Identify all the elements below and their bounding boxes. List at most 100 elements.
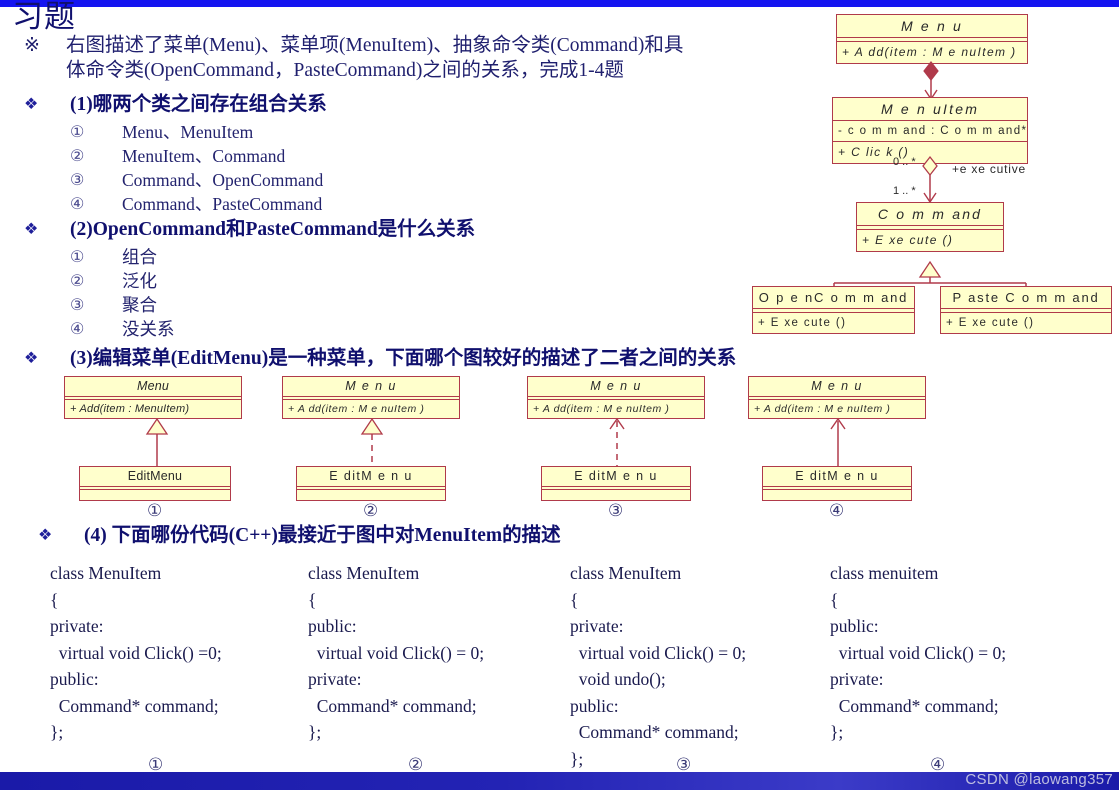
uml-class-pastecommand-name: P aste C o m m and <box>941 287 1111 309</box>
uml-class-menuitem-attribute: - c o m m and : C o m m and* <box>833 121 1027 142</box>
q2-option-2-label: 泛化 <box>122 271 157 291</box>
q3-diagram-1-parent-operation: + Add(item : MenuItem) <box>70 403 190 415</box>
uml-class-command-name: C o m m and <box>857 203 1003 226</box>
q1-option-1-label: Menu、MenuItem <box>122 122 254 142</box>
intro-marker: ※ <box>24 35 40 56</box>
q3-diagram-2-child-class: E ditM e n u <box>296 466 446 501</box>
watermark: CSDN @laowang357 <box>965 771 1113 788</box>
q3-diagram-4-child-name: E ditM e n u <box>763 467 911 487</box>
q3-diagram-2-realization <box>360 417 384 467</box>
intro-paragraph: ※ 右图描述了菜单(Menu)、菜单项(MenuItem)、抽象命令类(Comm… <box>24 33 834 83</box>
question-1-heading: ❖ (1)哪两个类之间存在组合关系 <box>24 93 327 117</box>
q3-diagram-1-child-name: EditMenu <box>80 467 230 487</box>
q3-diagram-2-number: ② <box>363 501 379 521</box>
q3-diagram-4-parent-operation: + A dd(item : M e nuItem ) <box>754 403 891 415</box>
intro-line-2: 体命令类(OpenCommand，PasteCommand)之间的关系，完成1-… <box>66 60 624 81</box>
uml-class-menuitem-name: M e n uItem <box>833 98 1027 121</box>
composition-menu-menuitem <box>923 61 939 101</box>
slide-canvas: 习题 ※ 右图描述了菜单(Menu)、菜单项(MenuItem)、抽象命令类(C… <box>0 0 1119 790</box>
q3-diagram-4-number: ④ <box>829 501 845 521</box>
question-2-heading: ❖ (2)OpenCommand和PasteCommand是什么关系 <box>24 218 475 242</box>
q3-diagram-3-parent-operation: + A dd(item : M e nuItem ) <box>533 403 670 415</box>
q2-option-4-label: 没关系 <box>122 319 175 339</box>
q2-option-2[interactable]: ② 泛化 <box>70 271 157 292</box>
q3-diagram-3-child-class: E ditM e n u <box>541 466 691 501</box>
aggregation-target-multiplicity: 1 .. * <box>893 185 916 197</box>
q1-option-1-number: ① <box>70 124 85 141</box>
q1-option-3[interactable]: ③ Command、OpenCommand <box>70 170 323 191</box>
aggregation-source-multiplicity: 0 .. * <box>893 156 916 168</box>
q3-diagram-4-association <box>830 417 846 467</box>
intro-line-1: 右图描述了菜单(Menu)、菜单项(MenuItem)、抽象命令类(Comman… <box>66 35 684 56</box>
q3-diagram-2-parent-class: M e n u + A dd(item : M e nuItem ) <box>282 376 460 419</box>
bullet-diamond-icon: ❖ <box>24 96 39 113</box>
q4-code-block-2: class MenuItem { public: virtual void Cl… <box>308 563 485 742</box>
q2-option-4-number: ④ <box>70 321 85 338</box>
q1-option-3-number: ③ <box>70 172 85 189</box>
q1-option-1[interactable]: ① Menu、MenuItem <box>70 122 253 143</box>
q3-diagram-4-child-empty <box>763 490 911 500</box>
q2-option-3[interactable]: ③ 聚合 <box>70 295 157 316</box>
intro-text: 右图描述了菜单(Menu)、菜单项(MenuItem)、抽象命令类(Comman… <box>66 33 834 83</box>
q3-diagram-1-parent-name: Menu <box>65 377 241 397</box>
q1-option-4-label: Command、PasteCommand <box>122 194 323 214</box>
q1-option-2[interactable]: ② MenuItem、Command <box>70 146 285 167</box>
uml-class-opencommand: O p e nC o m m and + E xe cute () <box>752 286 915 334</box>
q4-code-block-4: class menuitem { public: virtual void Cl… <box>830 563 1007 742</box>
q3-diagram-4-child-class: E ditM e n u <box>762 466 912 501</box>
aggregation-role-label: +e xe cutive <box>952 162 1026 176</box>
q2-option-3-label: 聚合 <box>122 295 157 315</box>
uml-class-pastecommand: P aste C o m m and + E xe cute () <box>940 286 1112 334</box>
q3-diagram-4-parent-name: M e n u <box>749 377 925 397</box>
generalization-command-subclasses <box>833 260 1027 290</box>
uml-class-command-operation: + E xe cute () <box>862 233 954 247</box>
uml-class-menuitem: M e n uItem - c o m m and : C o m m and*… <box>832 97 1028 164</box>
q3-diagram-3-parent-name: M e n u <box>528 377 704 397</box>
q4-code-block-1: class MenuItem { private: virtual void C… <box>50 563 222 742</box>
q3-diagram-3-dependency <box>609 417 625 467</box>
bullet-diamond-icon: ❖ <box>38 527 53 544</box>
q1-option-4-number: ④ <box>70 196 85 213</box>
q2-option-4[interactable]: ④ 没关系 <box>70 319 175 340</box>
question-2-title: (2)OpenCommand和PasteCommand是什么关系 <box>70 219 476 240</box>
page-title: 习题 <box>12 0 76 35</box>
q4-code-block-3: class MenuItem { private: virtual void C… <box>570 563 747 769</box>
q1-option-4[interactable]: ④ Command、PasteCommand <box>70 194 322 215</box>
uml-class-menu-operation: + A dd(item : M e nuItem ) <box>842 45 1017 59</box>
q2-option-1-label: 组合 <box>122 247 157 267</box>
uml-class-menu: M e n u + A dd(item : M e nuItem ) <box>836 14 1028 64</box>
q3-diagram-4-parent-class: M e n u + A dd(item : M e nuItem ) <box>748 376 926 419</box>
q3-diagram-2-parent-operation: + A dd(item : M e nuItem ) <box>288 403 425 415</box>
q3-diagram-2-parent-name: M e n u <box>283 377 459 397</box>
question-1-title: (1)哪两个类之间存在组合关系 <box>70 94 327 115</box>
uml-class-opencommand-operation: + E xe cute () <box>758 317 847 329</box>
question-4-heading: ❖ (4) 下面哪份代码(C++)最接近于图中对MenuItem的描述 <box>38 524 561 548</box>
q2-option-1[interactable]: ① 组合 <box>70 247 157 268</box>
bottom-accent-bar <box>0 772 1119 790</box>
bullet-diamond-icon: ❖ <box>24 221 39 238</box>
question-3-heading: ❖ (3)编辑菜单(EditMenu)是一种菜单，下面哪个图较好的描述了二者之间… <box>24 347 736 371</box>
aggregation-menuitem-command <box>922 155 938 204</box>
q2-option-3-number: ③ <box>70 297 85 314</box>
q3-diagram-2-child-empty <box>297 490 445 500</box>
q3-diagram-1-child-class: EditMenu <box>79 466 231 501</box>
q3-diagram-3-parent-class: M e n u + A dd(item : M e nuItem ) <box>527 376 705 419</box>
q3-diagram-1-parent-class: Menu + Add(item : MenuItem) <box>64 376 242 419</box>
uml-class-opencommand-name: O p e nC o m m and <box>753 287 914 309</box>
q3-diagram-2-child-name: E ditM e n u <box>297 467 445 487</box>
question-4-title: (4) 下面哪份代码(C++)最接近于图中对MenuItem的描述 <box>84 525 561 546</box>
uml-class-command: C o m m and + E xe cute () <box>856 202 1004 252</box>
q3-diagram-3-number: ③ <box>608 501 624 521</box>
q3-diagram-1-child-empty <box>80 490 230 500</box>
uml-class-menu-name: M e n u <box>837 15 1027 38</box>
bullet-diamond-icon: ❖ <box>24 350 39 367</box>
q3-diagram-1-generalization <box>145 417 169 467</box>
q1-option-2-label: MenuItem、Command <box>122 146 286 166</box>
top-accent-bar <box>0 0 1119 7</box>
q3-diagram-3-child-empty <box>542 490 690 500</box>
q2-option-1-number: ① <box>70 249 85 266</box>
uml-class-pastecommand-operation: + E xe cute () <box>946 317 1035 329</box>
q1-option-2-number: ② <box>70 148 85 165</box>
q3-diagram-3-child-name: E ditM e n u <box>542 467 690 487</box>
q3-diagram-1-number: ① <box>147 501 163 521</box>
